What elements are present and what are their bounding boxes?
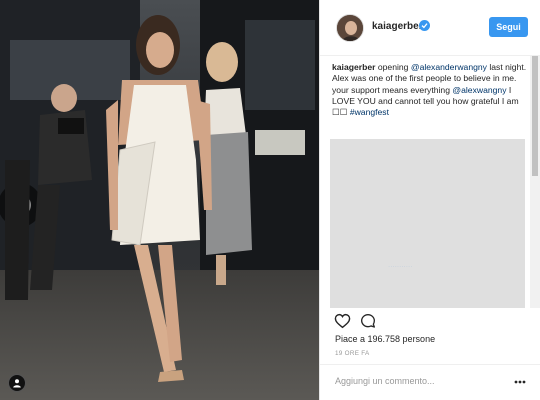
follow-button[interactable]: Segui xyxy=(489,17,528,37)
more-options-icon[interactable] xyxy=(514,380,526,384)
heart-icon[interactable] xyxy=(334,313,351,329)
caption-mention-alexanderwangny[interactable]: @alexanderwangny xyxy=(411,62,487,72)
user-tag-button[interactable] xyxy=(8,374,26,392)
embedded-media-placeholder: ........... xyxy=(330,139,525,308)
post-side-panel: kaiagerber Segui kaiagerber opening @ale… xyxy=(319,0,540,400)
instagram-post-view: kaiagerber Segui kaiagerber opening @ale… xyxy=(0,0,540,400)
post-header: kaiagerber Segui xyxy=(320,0,540,56)
caption-text-1: opening xyxy=(375,62,411,72)
caption-mention-alexwangny[interactable]: @alexwangny xyxy=(452,85,506,95)
media-placeholder-link[interactable]: ........... xyxy=(388,260,412,269)
comment-input[interactable]: Aggiungi un commento... xyxy=(335,376,435,386)
scrollbar-thumb[interactable] xyxy=(532,56,538,176)
verified-badge-icon xyxy=(419,20,430,31)
post-caption: kaiagerber opening @alexanderwangny last… xyxy=(332,62,534,118)
avatar-image xyxy=(337,15,363,41)
post-author-username[interactable]: kaiagerber xyxy=(372,21,423,32)
comments-scrollbar[interactable] xyxy=(530,56,540,308)
caption-hashtag-wangfest[interactable]: #wangfest xyxy=(350,107,389,117)
user-tag-icon xyxy=(13,379,21,388)
runway-photo-illustration xyxy=(0,0,319,400)
comment-bar: Aggiungi un commento... xyxy=(320,364,540,400)
comment-icon[interactable] xyxy=(360,313,376,329)
post-photo[interactable] xyxy=(0,0,319,400)
caption-username[interactable]: kaiagerber xyxy=(332,62,375,72)
caption-emoji: ☐☐ xyxy=(332,107,348,118)
likes-count[interactable]: Piace a 196.758 persone xyxy=(335,334,435,344)
post-timestamp: 19 ORE FA xyxy=(335,350,370,357)
avatar[interactable] xyxy=(336,14,364,42)
